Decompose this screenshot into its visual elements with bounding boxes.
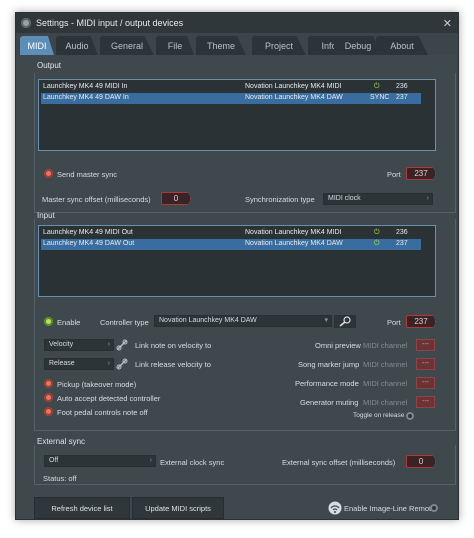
tab-file[interactable]: File bbox=[156, 36, 194, 55]
image-line-remote-toggle[interactable] bbox=[430, 504, 438, 512]
window-title: Settings - MIDI input / output devices bbox=[36, 18, 184, 28]
close-button[interactable]: ✕ bbox=[443, 17, 452, 30]
gear-icon bbox=[21, 18, 31, 28]
tab-bar: MIDI Audio General File Theme Project In… bbox=[16, 33, 458, 55]
external-sync-section-frame bbox=[34, 445, 456, 485]
output-section-frame bbox=[34, 73, 456, 213]
output-section-label: Output bbox=[37, 61, 62, 70]
input-section-frame bbox=[34, 219, 456, 431]
tab-midi[interactable]: MIDI bbox=[20, 36, 54, 55]
tab-project[interactable]: Project bbox=[252, 36, 306, 55]
tab-about[interactable]: About bbox=[376, 36, 428, 55]
image-line-remote-label: Enable Image-Line Remote bbox=[344, 504, 436, 513]
title-bar: Settings - MIDI input / output devices ✕ bbox=[16, 13, 458, 33]
wifi-remote-icon bbox=[328, 501, 342, 515]
tab-audio[interactable]: Audio bbox=[56, 36, 98, 55]
midi-settings-panel: Output Launchkey MK4 49 MIDI In Novation… bbox=[16, 55, 458, 519]
tab-general[interactable]: General bbox=[100, 36, 154, 55]
settings-window: Settings - MIDI input / output devices ✕… bbox=[15, 12, 459, 520]
update-midi-scripts-button[interactable]: Update MIDI scripts bbox=[132, 497, 224, 519]
refresh-device-list-button[interactable]: Refresh device list bbox=[34, 497, 130, 519]
tab-theme[interactable]: Theme bbox=[196, 36, 246, 55]
tab-debug[interactable]: Debug bbox=[334, 36, 382, 55]
